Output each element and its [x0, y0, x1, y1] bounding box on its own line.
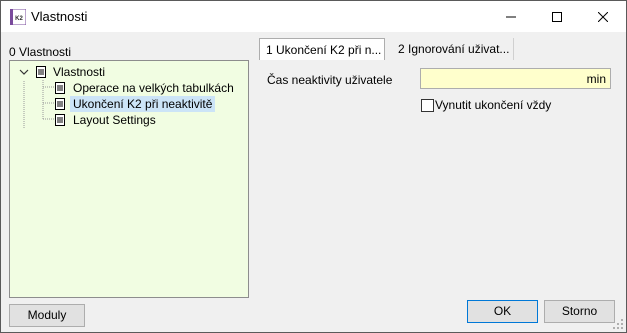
tree-item-label: Layout Settings	[73, 113, 156, 127]
modules-button[interactable]: Moduly	[9, 304, 85, 327]
document-icon	[55, 114, 65, 126]
properties-dialog: K2 Vlastnosti 0 Vlastnosti Vlastnosti Op…	[0, 0, 627, 333]
document-icon	[36, 66, 46, 78]
k2-app-icon: K2	[10, 9, 26, 25]
maximize-icon	[552, 11, 562, 22]
svg-text:K2: K2	[15, 16, 23, 22]
close-button[interactable]	[580, 1, 626, 32]
resize-grip-icon[interactable]	[612, 318, 624, 330]
force-termination-checkbox[interactable]	[421, 99, 434, 112]
title-bar: K2 Vlastnosti	[1, 1, 626, 32]
close-icon	[598, 11, 608, 22]
tree-item-label: Vlastnosti	[53, 65, 106, 79]
inactivity-time-input[interactable]: min	[420, 68, 611, 89]
document-icon	[55, 98, 65, 110]
minimize-icon	[506, 16, 516, 17]
document-icon	[55, 82, 65, 94]
tree-item-label: Operace na velkých tabulkách	[73, 81, 234, 95]
minimize-button[interactable]	[488, 1, 534, 32]
inactivity-time-label: Čas neaktivity uživatele	[267, 73, 393, 87]
chevron-down-icon[interactable]	[19, 69, 29, 75]
properties-panel-label: 0 Vlastnosti	[9, 45, 72, 59]
cancel-button[interactable]: Storno	[544, 300, 615, 323]
tree-item-label: Ukončení K2 při neaktivitě	[70, 96, 216, 112]
tab-ukonceni[interactable]: 1 Ukončení K2 při n...	[259, 38, 385, 60]
ok-button[interactable]: OK	[467, 300, 538, 323]
maximize-button[interactable]	[534, 1, 580, 32]
unit-label: min	[586, 72, 606, 86]
window-title: Vlastnosti	[31, 9, 88, 24]
force-termination-label[interactable]: Vynutit ukončení vždy	[435, 98, 551, 112]
tab-ignorovani[interactable]: 2 Ignorování uživat...	[392, 38, 514, 60]
properties-tree[interactable]: Vlastnosti Operace na velkých tabulkách …	[9, 60, 249, 298]
